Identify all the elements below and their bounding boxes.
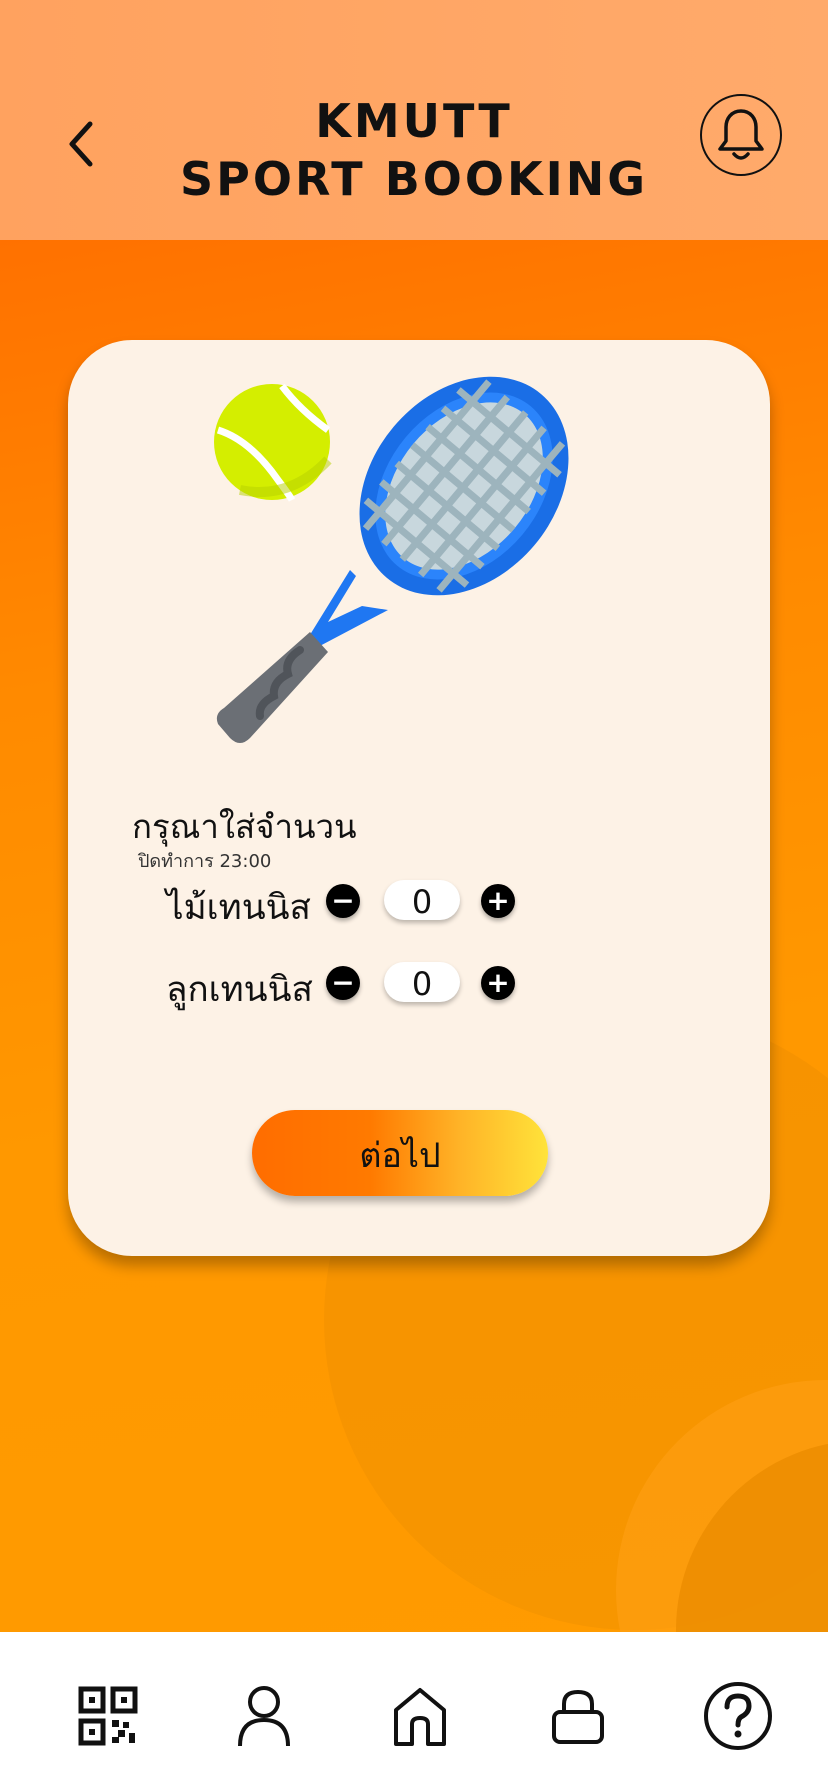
nav-lock[interactable]: [538, 1676, 618, 1756]
tennis-racket-and-ball-icon: [214, 376, 569, 743]
racket-label: ไม้เทนนิส: [166, 888, 311, 928]
ball-quantity-row: ลูกเทนนิส − 0 +: [166, 958, 566, 1010]
qr-code-icon: [78, 1686, 138, 1746]
racket-decrease-button[interactable]: −: [326, 884, 360, 918]
racket-increase-button[interactable]: +: [481, 884, 515, 918]
user-icon: [238, 1686, 290, 1747]
ball-decrease-button[interactable]: −: [326, 966, 360, 1000]
nav-home[interactable]: [380, 1676, 460, 1756]
help-icon: [704, 1682, 772, 1750]
nav-help[interactable]: [698, 1676, 778, 1756]
nav-qr-code[interactable]: [68, 1676, 148, 1756]
header-bar: KMUTT SPORT BOOKING: [0, 0, 828, 240]
bottom-navigation: [0, 1632, 828, 1792]
notification-button[interactable]: [700, 94, 782, 176]
home-icon: [394, 1688, 446, 1746]
racket-quantity-value[interactable]: 0: [384, 880, 460, 921]
lock-icon: [552, 1689, 604, 1744]
ball-quantity-value[interactable]: 0: [384, 962, 460, 1003]
bell-icon: [718, 109, 764, 160]
ball-label: ลูกเทนนิส: [166, 970, 313, 1010]
racket-quantity-row: ไม้เทนนิส − 0 +: [166, 876, 566, 928]
nav-profile[interactable]: [224, 1676, 304, 1756]
ball-increase-button[interactable]: +: [481, 966, 515, 1000]
closing-time-note: ปิดทำการ 23:00: [138, 851, 272, 872]
next-button[interactable]: ต่อไป: [252, 1110, 548, 1196]
title-line-2: SPORT BOOKING: [180, 152, 648, 206]
